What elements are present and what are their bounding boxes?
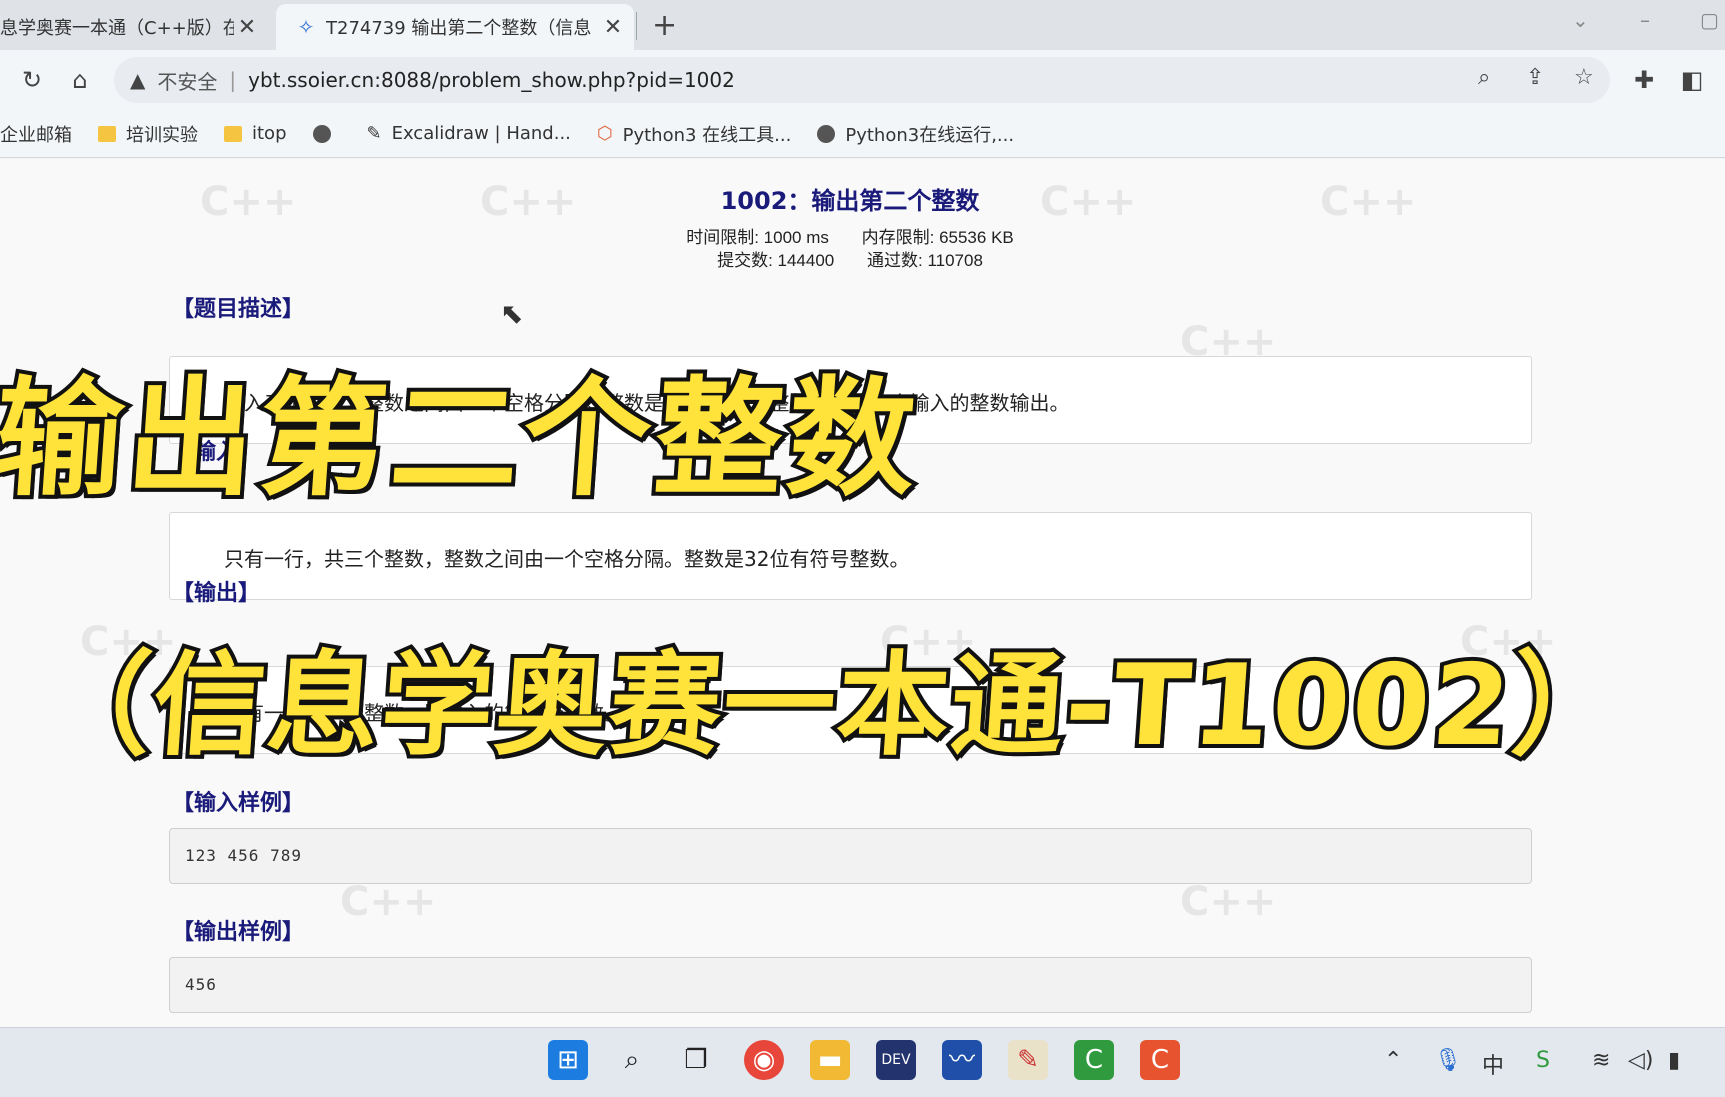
microphone-icon[interactable]: 🎙 [1434, 1048, 1462, 1073]
minimize-icon[interactable]: – [1640, 8, 1650, 32]
submission-count: 提交数: 144400 [717, 251, 835, 270]
wifi-icon[interactable]: ≋ [1592, 1048, 1610, 1073]
problem-limits: 时间限制: 1000 ms 内存限制: 65536 KB [0, 223, 1700, 248]
security-status[interactable]: 不安全 [157, 66, 217, 95]
browser-toolbar: ↻ ⌂ ▲ 不安全 | ybt.ssoier.cn:8088/problem_s… [0, 50, 1725, 110]
globe-icon [817, 124, 836, 143]
bookmark-python-tool[interactable]: ⬡ Python3 在线工具... [597, 121, 791, 147]
folder-icon [98, 125, 116, 142]
bookmark-python-run[interactable]: Python3在线运行,... [817, 121, 1014, 147]
overlay-title: 输出第二个整数 [0, 361, 928, 518]
address-bar[interactable]: ▲ 不安全 | ybt.ssoier.cn:8088/problem_show.… [114, 57, 1610, 103]
reload-icon[interactable]: ↻ [16, 64, 48, 96]
tab-strip: 息学奥赛一本通（C++版）在线 ✕ ✧ T274739 输出第二个整数（信息 ✕… [0, 0, 1725, 50]
volume-icon[interactable]: ◁) [1628, 1048, 1654, 1073]
memory-limit: 内存限制: 65536 KB [861, 228, 1014, 247]
tab-title: 息学奥赛一本通（C++版）在线 [0, 18, 234, 39]
whiteboard-icon[interactable]: 〰 [942, 1040, 982, 1080]
output-heading: 【输出】 [172, 581, 261, 606]
bookmark-itop[interactable]: itop [224, 123, 287, 144]
new-tab-icon[interactable]: + [652, 8, 677, 43]
chrome-icon[interactable]: ◉ [744, 1040, 784, 1080]
taskview-icon[interactable]: ❐ [676, 1040, 716, 1080]
globe-icon [312, 124, 331, 143]
camtasia-green-icon[interactable]: C [1074, 1040, 1114, 1080]
bookmark-enterprise-mail[interactable]: 企业邮箱 [0, 121, 72, 147]
bookmark-training-lab[interactable]: 培训实验 [98, 121, 198, 147]
tab-separator [636, 12, 637, 40]
tray-chevron-icon[interactable]: ⌃ [1384, 1048, 1402, 1073]
url-text[interactable]: ybt.ssoier.cn:8088/problem_show.php?pid=… [248, 68, 735, 92]
windows-taskbar: ⊞ ⌕ ❐ ◉ ▬ DEV 〰 ✎ C C ⌃ 🎙 中 S ≋ ◁) ▮ [0, 1027, 1725, 1097]
side-panel-icon[interactable]: ◧ [1676, 64, 1708, 96]
tab-problem-t274739[interactable]: ✧ T274739 输出第二个整数（信息 ✕ [276, 4, 634, 50]
extensions-icon[interactable]: ✚ [1628, 64, 1660, 96]
luogu-favicon-icon: ✧ [297, 15, 315, 39]
bookmark-label: Python3 在线工具... [622, 124, 792, 146]
share-icon[interactable]: ⇪ [1526, 65, 1544, 90]
problem-title: 1002：输出第二个整数 [720, 187, 980, 215]
bookmark-label: Excalidraw | Hand... [391, 123, 571, 144]
bookmark-globe[interactable] [312, 124, 341, 143]
bookmark-label: 企业邮箱 [0, 124, 72, 146]
excalidraw-icon: ✎ [366, 123, 382, 144]
home-icon[interactable]: ⌂ [64, 64, 96, 96]
search-icon[interactable]: ⌕ [612, 1040, 652, 1080]
devcpp-icon[interactable]: DEV [876, 1040, 916, 1080]
divider: | [229, 68, 237, 92]
input-method-icon[interactable]: 中 [1482, 1048, 1504, 1080]
bookmark-star-icon[interactable]: ☆ [1574, 65, 1594, 90]
mouse-pointer-icon: ⬉ [500, 297, 524, 330]
start-icon[interactable]: ⊞ [548, 1040, 588, 1080]
warning-triangle-icon[interactable]: ▲ [130, 68, 145, 92]
watermark: C++ [340, 879, 437, 925]
accepted-count: 通过数: 110708 [867, 251, 983, 270]
camtasia-icon[interactable]: C [1140, 1040, 1180, 1080]
paint-icon[interactable]: ✎ [1008, 1040, 1048, 1080]
bookmarks-bar: 企业邮箱 培训实验 itop ✎ Excalidraw | Hand... ⬡ … [0, 110, 1725, 158]
watermark: C++ [1180, 879, 1277, 925]
folder-icon [224, 125, 242, 142]
sample-output-code[interactable]: 456 [169, 957, 1532, 1013]
tab-search-chevron-icon[interactable]: ⌄ [1572, 8, 1589, 32]
page-content: C++ C++ C++ C++ C++ C++ C++ C++ C++ C++ … [0, 159, 1725, 1027]
time-limit: 时间限制: 1000 ms [686, 228, 829, 247]
battery-icon[interactable]: ▮ [1668, 1048, 1680, 1073]
description-heading: 【题目描述】 [172, 297, 305, 322]
bookmark-label: 培训实验 [126, 124, 198, 146]
close-icon[interactable]: ✕ [600, 15, 626, 40]
bookmark-label: Python3在线运行,... [845, 124, 1015, 146]
zoom-icon[interactable]: ⌕ [1478, 65, 1490, 90]
close-icon[interactable]: ✕ [234, 15, 260, 40]
bookmark-excalidraw[interactable]: ✎ Excalidraw | Hand... [367, 123, 571, 144]
bookmark-label: itop [252, 123, 287, 144]
overlay-subtitle: （信息学奥赛一本通-T1002） [31, 637, 1635, 775]
sample-input-code[interactable]: 123 456 789 [169, 828, 1532, 884]
problem-stats: 提交数: 144400 通过数: 110708 [0, 246, 1700, 271]
python-tool-icon: ⬡ [596, 123, 613, 144]
maximize-icon[interactable]: ▢ [1700, 8, 1719, 32]
tab-title: T274739 输出第二个整数（信息 [326, 18, 592, 39]
sample-input-heading: 【输入样例】 [172, 791, 305, 816]
sogou-icon[interactable]: S [1536, 1048, 1550, 1073]
file-explorer-icon[interactable]: ▬ [810, 1040, 850, 1080]
sample-output-heading: 【输出样例】 [172, 920, 305, 945]
tab-ybt-home[interactable]: 息学奥赛一本通（C++版）在线 ✕ [0, 4, 268, 50]
input-box: 只有一行，共三个整数，整数之间由一个空格分隔。整数是32位有符号整数。 [169, 512, 1532, 600]
